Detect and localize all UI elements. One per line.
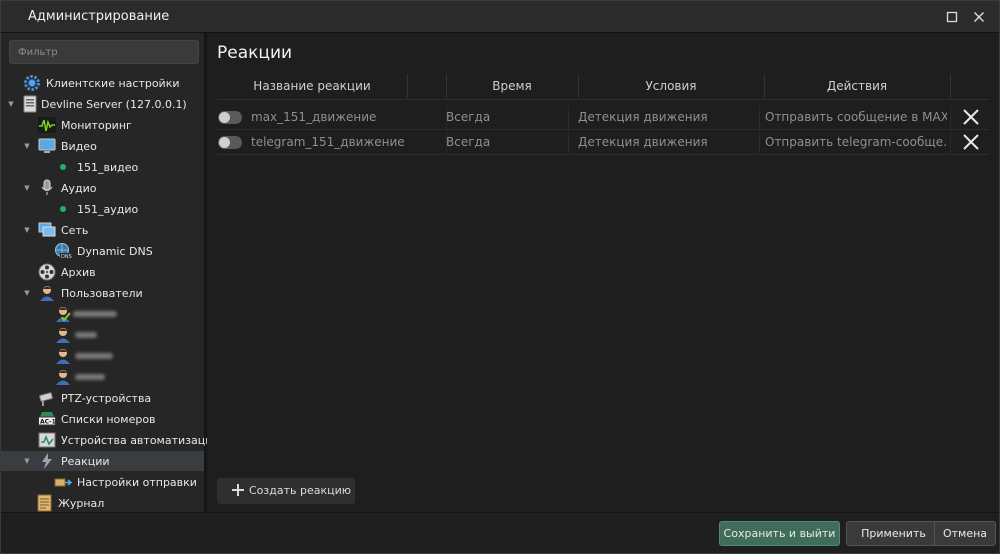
tree-item-audio-channel[interactable]: 151_аудио	[1, 199, 204, 219]
cancel-button[interactable]: Отмена	[934, 521, 996, 546]
tree-item-user[interactable]	[1, 325, 204, 345]
reaction-enable-toggle[interactable]	[218, 136, 242, 149]
redacted-username	[75, 332, 97, 338]
delete-reaction-button[interactable]	[961, 107, 981, 127]
monitor-icon	[38, 138, 56, 153]
reaction-time: Всегда	[446, 135, 491, 149]
tree-item-monitoring[interactable]: Мониторинг	[1, 115, 204, 135]
tree-item-user[interactable]	[1, 304, 204, 324]
reactions-panel: Реакции Название реакции Время Условия Д…	[207, 33, 999, 512]
status-online-dot	[60, 206, 66, 212]
tree-item-audio[interactable]: ▼ Аудио	[1, 178, 204, 198]
user-icon	[56, 370, 70, 385]
gear-icon	[24, 75, 40, 91]
chevron-down-icon[interactable]: ▼	[7, 100, 15, 108]
network-icon	[38, 222, 56, 237]
page-title: Реакции	[217, 43, 293, 63]
server-icon	[23, 95, 37, 113]
reaction-name: max_151_движение	[251, 110, 377, 124]
ptz-camera-icon	[39, 392, 53, 406]
users-icon	[40, 286, 54, 301]
tree-item-video-channel[interactable]: 151_видео	[1, 157, 204, 177]
plus-icon	[232, 484, 244, 496]
user-admin-icon	[56, 307, 71, 322]
reaction-enable-toggle[interactable]	[218, 111, 242, 124]
column-header-conditions[interactable]: Условия	[578, 72, 764, 100]
maximize-icon	[946, 11, 958, 23]
reaction-action: Отправить сообщение в MAX	[765, 110, 947, 124]
redacted-username	[75, 353, 113, 359]
user-icon	[56, 328, 70, 343]
title-bar: Администрирование	[1, 1, 999, 33]
dialog-footer: Сохранить и выйти Применить Отмена	[1, 512, 999, 553]
chevron-down-icon[interactable]: ▼	[23, 289, 31, 297]
table-row[interactable]: telegram_151_движение Всегда Детекция дв…	[217, 130, 989, 155]
sidebar: Клиентские настройки ▼ Devline Server (1…	[1, 33, 220, 513]
reaction-time: Всегда	[446, 110, 491, 124]
table-header: Название реакции Время Условия Действия	[217, 72, 989, 100]
close-window-button[interactable]	[969, 7, 989, 27]
reaction-name: telegram_151_движение	[251, 135, 405, 149]
film-reel-icon	[38, 263, 56, 281]
tree-item-video[interactable]: ▼ Видео	[1, 136, 204, 156]
column-header-name[interactable]: Название реакции	[217, 72, 407, 100]
tree-item-users[interactable]: ▼ Пользователи	[1, 283, 204, 303]
redacted-username	[73, 311, 117, 317]
automation-icon	[38, 432, 56, 448]
tree-item-user[interactable]	[1, 346, 204, 366]
delete-reaction-button[interactable]	[961, 132, 981, 152]
reaction-action: Отправить telegram-сообще...	[765, 135, 947, 149]
table-row[interactable]: max_151_движение Всегда Детекция движени…	[217, 105, 989, 130]
tree-item-network[interactable]: ▼ Сеть	[1, 220, 204, 240]
redacted-username	[75, 374, 105, 380]
tree-item-archive[interactable]: Архив	[1, 262, 204, 282]
lightning-icon	[42, 453, 52, 469]
tree-item-user[interactable]	[1, 367, 204, 387]
maximize-button[interactable]	[942, 7, 962, 27]
window-title: Администрирование	[28, 9, 170, 24]
microphone-icon	[41, 179, 53, 195]
tree-item-ptz[interactable]: PTZ-устройства	[1, 388, 204, 408]
monitoring-icon	[38, 117, 56, 133]
save-and-exit-button[interactable]: Сохранить и выйти	[719, 521, 840, 546]
svg-text:DNS: DNS	[61, 254, 72, 260]
tree-item-number-lists[interactable]: AC-1 Списки номеров	[1, 409, 204, 429]
admin-window: Администрирование Клиентские настройки ▼	[0, 0, 1000, 554]
column-header-time[interactable]: Время	[446, 72, 578, 100]
tree-item-dynamic-dns[interactable]: DNS Dynamic DNS	[1, 241, 204, 261]
reaction-condition: Детекция движения	[578, 110, 708, 124]
close-icon	[974, 12, 984, 22]
status-online-dot	[60, 164, 66, 170]
tree-item-reactions[interactable]: ▼ Реакции	[1, 451, 204, 471]
filter-input[interactable]	[9, 40, 199, 64]
tree-item-journal[interactable]: Журнал	[1, 493, 204, 513]
user-icon	[56, 349, 70, 364]
chevron-down-icon[interactable]: ▼	[23, 142, 31, 150]
send-settings-icon	[54, 478, 72, 487]
create-reaction-button[interactable]: Создать реакцию	[217, 478, 355, 504]
tree-item-client-settings[interactable]: Клиентские настройки	[1, 73, 204, 93]
svg-text:AC-1: AC-1	[40, 419, 56, 426]
journal-icon	[37, 494, 52, 512]
column-header-actions[interactable]: Действия	[764, 72, 950, 100]
tree-item-server[interactable]: ▼ Devline Server (127.0.0.1)	[1, 94, 204, 114]
apply-button[interactable]: Применить	[846, 521, 941, 546]
license-plate-icon: AC-1	[38, 412, 56, 426]
reaction-condition: Детекция движения	[578, 135, 708, 149]
globe-dns-icon: DNS	[55, 243, 72, 260]
chevron-down-icon[interactable]: ▼	[23, 457, 31, 465]
tree-item-automation[interactable]: Устройства автоматизации	[1, 430, 220, 450]
tree-item-send-settings[interactable]: Настройки отправки	[1, 472, 204, 492]
chevron-down-icon[interactable]: ▼	[23, 226, 31, 234]
chevron-down-icon[interactable]: ▼	[23, 184, 31, 192]
